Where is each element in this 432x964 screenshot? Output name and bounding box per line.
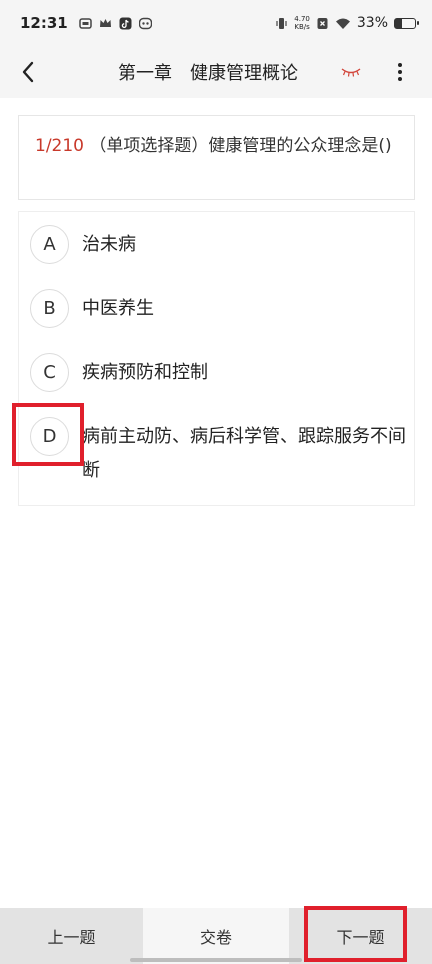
page-title: 第一章 健康管理概论	[118, 63, 298, 84]
option-b[interactable]: B 中医养生	[19, 278, 414, 342]
option-letter: A	[30, 225, 69, 264]
battery-level	[395, 18, 402, 28]
option-text: 病前主动防、病后科学管、跟踪服务不间断	[82, 426, 406, 481]
submit-exam-button[interactable]: 交卷	[143, 908, 289, 964]
next-question-button[interactable]: 下一题	[289, 908, 432, 964]
eye-toggle-button[interactable]	[336, 58, 366, 86]
home-indicator[interactable]	[130, 958, 302, 962]
prev-question-button[interactable]: 上一题	[0, 908, 143, 964]
wifi-icon	[335, 18, 350, 29]
tiktok-icon	[119, 17, 132, 29]
crown-icon	[99, 18, 111, 27]
back-button[interactable]	[10, 54, 46, 90]
sim-disabled-icon	[317, 17, 328, 29]
gallery-icon	[79, 17, 92, 29]
option-a[interactable]: A 治未病	[19, 212, 414, 278]
more-vertical-icon	[398, 63, 402, 81]
option-c[interactable]: C 疾病预防和控制	[19, 342, 414, 406]
option-letter: B	[30, 289, 69, 328]
option-d[interactable]: D 病前主动防、病后科学管、跟踪服务不间断	[19, 406, 414, 506]
option-letter: C	[30, 353, 69, 392]
more-options-button[interactable]	[386, 56, 414, 88]
vibrate-icon	[276, 17, 287, 29]
question-card: 1/210 （单项选择题）健康管理的公众理念是()	[18, 115, 415, 200]
bottom-bar: 上一题 交卷 下一题	[0, 908, 432, 964]
app-face-icon	[138, 17, 152, 29]
option-letter: D	[30, 417, 69, 456]
app-header: 第一章 健康管理概论	[0, 46, 432, 98]
question-text: （单项选择题）健康管理的公众理念是()	[84, 136, 392, 156]
question-number: 1/210	[35, 136, 84, 156]
battery-percent: 33%	[356, 15, 388, 31]
network-speed: 4.70 KB/s	[294, 15, 310, 31]
options-list: A 治未病 B 中医养生 C 疾病预防和控制 D 病前主动防、病后科学管、跟踪服…	[18, 211, 415, 506]
eye-closed-icon	[341, 68, 361, 77]
status-bar: 12:31 4.70 KB/s 33%	[0, 0, 432, 46]
status-time: 12:31	[20, 14, 68, 32]
option-text: 疾病预防和控制	[82, 362, 208, 383]
back-arrow-icon	[22, 61, 34, 83]
battery-icon	[394, 17, 419, 29]
option-text: 治未病	[82, 234, 136, 255]
option-text: 中医养生	[82, 298, 154, 319]
